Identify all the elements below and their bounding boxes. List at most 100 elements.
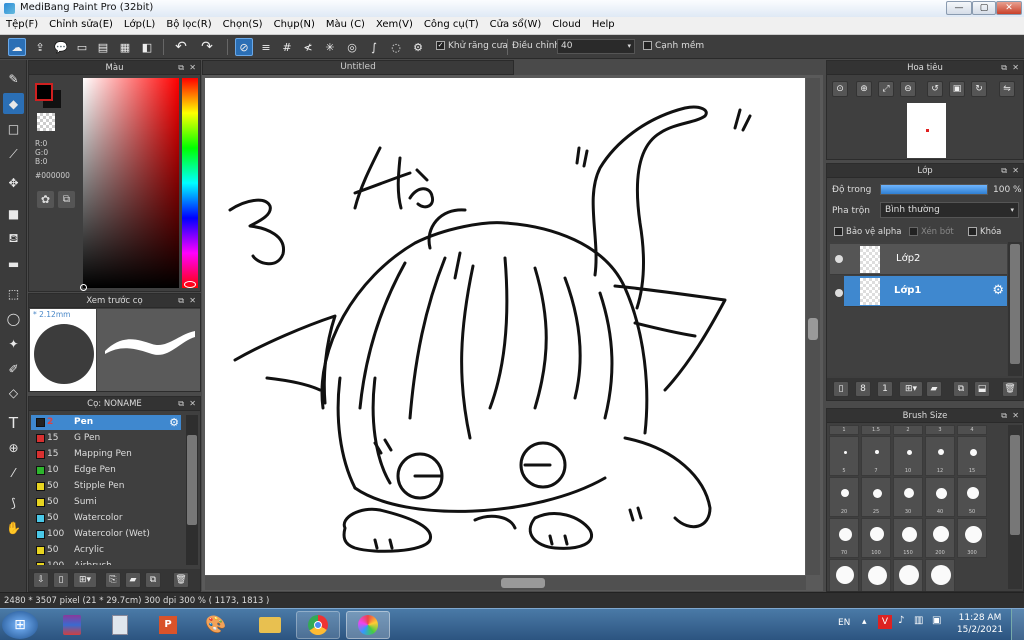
- chrome-icon[interactable]: [296, 611, 340, 639]
- saturation-value-picker[interactable]: [80, 78, 179, 291]
- settings-icon[interactable]: ⚙: [409, 38, 427, 56]
- rotate-left-icon[interactable]: ↺: [927, 81, 943, 97]
- comment-icon[interactable]: 💬: [52, 38, 70, 56]
- magic-wand-tool-icon[interactable]: ✦: [3, 333, 24, 354]
- merge-layer-icon[interactable]: ⬓: [974, 381, 990, 397]
- visibility-eye-icon[interactable]: [835, 289, 843, 297]
- popout-icon[interactable]: ⧉: [1001, 61, 1007, 75]
- brush-item[interactable]: 15 Mapping Pen: [31, 447, 181, 462]
- gear-icon[interactable]: ⚙: [169, 415, 179, 430]
- clipping-checkbox[interactable]: [909, 227, 918, 236]
- brush-item[interactable]: 100 Watercolor (Wet): [31, 527, 181, 542]
- close-icon[interactable]: ✕: [189, 61, 196, 75]
- document-icon[interactable]: ▤: [94, 38, 112, 56]
- paint-icon[interactable]: 🎨: [194, 611, 238, 639]
- popout-icon[interactable]: ⧉: [178, 61, 184, 75]
- grid-doc-icon[interactable]: ▦: [116, 38, 134, 56]
- zoom-fit-icon[interactable]: ⊙: [832, 81, 848, 97]
- brush-size-option[interactable]: 3: [925, 425, 955, 435]
- folder-icon[interactable]: ▰: [926, 381, 942, 397]
- brush-item[interactable]: 50 Acrylic: [31, 543, 181, 558]
- duplicate-icon[interactable]: ⧉: [145, 572, 161, 588]
- antialias-checkbox[interactable]: ✓: [436, 41, 445, 50]
- adjust-dropdown[interactable]: 40 ▾: [557, 39, 635, 54]
- brush-size-option[interactable]: 150: [893, 518, 923, 558]
- undo-icon[interactable]: ↶: [172, 38, 190, 56]
- lock-option[interactable]: Khóa: [968, 227, 1001, 237]
- brush-item[interactable]: 50 Watercolor: [31, 511, 181, 526]
- menu-item[interactable]: Cloud: [546, 17, 586, 30]
- brush-size-option[interactable]: 5: [829, 436, 859, 476]
- document-tab[interactable]: Untitled: [202, 60, 514, 75]
- new-8bit-layer-icon[interactable]: 8: [855, 381, 871, 397]
- scrollbar-thumb[interactable]: [1010, 244, 1020, 364]
- brush-size-scrollbar[interactable]: [1008, 425, 1022, 589]
- trash-icon[interactable]: 🗑: [173, 572, 189, 588]
- language-indicator[interactable]: EN: [838, 618, 850, 628]
- eraser-tool-icon[interactable]: ◆: [3, 93, 24, 114]
- menu-item[interactable]: Chụp(N): [268, 17, 320, 30]
- medibang-icon[interactable]: [346, 611, 390, 639]
- brush-size-option[interactable]: 7: [861, 436, 891, 476]
- brush-size-option[interactable]: 700: [893, 559, 923, 591]
- gradient-tool-icon[interactable]: ▬: [3, 253, 24, 274]
- blend-mode-dropdown[interactable]: Bình thường ▾: [880, 202, 1019, 218]
- no-snap-icon[interactable]: ⊘: [235, 38, 253, 56]
- speech-icon[interactable]: ▭: [73, 38, 91, 56]
- popout-icon[interactable]: ⧉: [1001, 409, 1007, 423]
- brush-size-option[interactable]: 1.5: [861, 425, 891, 435]
- grid-snap-icon[interactable]: #: [278, 38, 296, 56]
- brush-size-option[interactable]: 1000: [925, 559, 955, 591]
- layout-icon[interactable]: ◧: [138, 38, 156, 56]
- add-brush-icon[interactable]: ⊞▾: [73, 572, 97, 588]
- divide-tool-icon[interactable]: ⁄: [3, 462, 24, 483]
- layer-row-selected[interactable]: Lớp1 ⚙: [844, 276, 1007, 307]
- brush-size-option[interactable]: 4: [957, 425, 987, 435]
- brush-size-option[interactable]: 400: [829, 559, 859, 591]
- zoom-out-icon[interactable]: ⊖: [900, 81, 916, 97]
- layer-list-scrollbar[interactable]: [1008, 242, 1022, 376]
- perspective-snap-icon[interactable]: ≮: [299, 38, 317, 56]
- antialias-option[interactable]: ✓ Khử răng cưa: [436, 41, 508, 51]
- close-button[interactable]: ✕: [996, 1, 1022, 15]
- lasso-tool-icon[interactable]: ◯: [3, 308, 24, 329]
- copy-brush-icon[interactable]: ⎘: [105, 572, 121, 588]
- minimize-button[interactable]: —: [946, 1, 972, 15]
- brush-item[interactable]: 50 Stipple Pen: [31, 479, 181, 494]
- bucket-tool-icon[interactable]: ⛾: [3, 228, 24, 249]
- cloud-sync-icon[interactable]: ☁: [8, 38, 26, 56]
- menu-item[interactable]: Bộ lọc(R): [160, 17, 216, 30]
- tray-expand-icon[interactable]: ▴: [862, 617, 867, 627]
- scrollbar-thumb[interactable]: [808, 318, 818, 340]
- file-explorer-icon[interactable]: [248, 611, 292, 639]
- brush-size-option[interactable]: 2: [893, 425, 923, 435]
- ellipse-snap-icon[interactable]: ◌: [387, 38, 405, 56]
- antivirus-icon[interactable]: V: [878, 615, 892, 629]
- radial-snap-icon[interactable]: ✳: [321, 38, 339, 56]
- foreground-color-swatch[interactable]: [35, 83, 53, 101]
- flip-horizontal-icon[interactable]: ⇋: [999, 81, 1015, 97]
- menu-item[interactable]: Màu (C): [320, 17, 370, 30]
- hue-slider[interactable]: [182, 78, 198, 288]
- palette-icon[interactable]: ✿: [37, 191, 54, 208]
- brush-size-option[interactable]: 1: [829, 425, 859, 435]
- select-eraser-tool-icon[interactable]: ◇: [3, 382, 24, 403]
- hand-tool-icon[interactable]: ✋: [3, 517, 24, 538]
- drawing-canvas[interactable]: [205, 78, 805, 575]
- brush-size-option[interactable]: 12: [925, 436, 955, 476]
- scrollbar-thumb[interactable]: [501, 578, 545, 588]
- brush-size-option[interactable]: 10: [893, 436, 923, 476]
- dot-tool-icon[interactable]: ⟋: [3, 144, 24, 165]
- color-history-icon[interactable]: ⧉: [58, 191, 75, 208]
- brush-size-option[interactable]: 200: [925, 518, 955, 558]
- winrar-icon[interactable]: [50, 611, 94, 639]
- brush-list-scrollbar[interactable]: [186, 415, 198, 565]
- brush-size-option[interactable]: 40: [925, 477, 955, 517]
- menu-item[interactable]: Help: [586, 17, 620, 30]
- visibility-eye-icon[interactable]: [835, 255, 843, 263]
- rect-shape-tool-icon[interactable]: □: [3, 118, 24, 139]
- opacity-slider[interactable]: [880, 184, 988, 195]
- transparent-swatch[interactable]: [37, 113, 55, 131]
- move-tool-icon[interactable]: ✥: [3, 172, 24, 193]
- fit-window-icon[interactable]: ⤢: [878, 81, 894, 97]
